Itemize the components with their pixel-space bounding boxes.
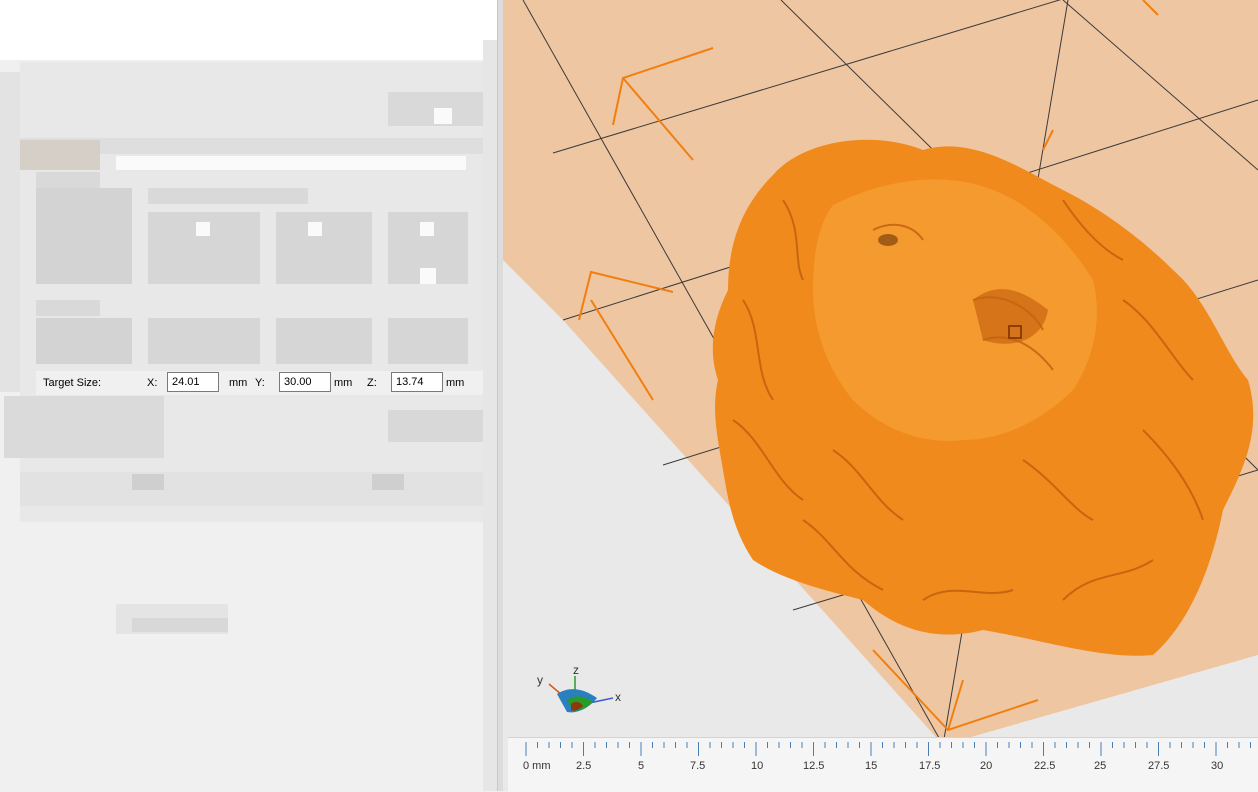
ruler-label: 5 bbox=[638, 760, 645, 772]
axis-y-label: y bbox=[537, 673, 543, 687]
target-size-y-label: Y: bbox=[255, 377, 265, 389]
left-panel: Target Size: X: 24.01 mm Y: 30.00 mm Z: … bbox=[0, 0, 548, 791]
target-size-z-unit: mm bbox=[446, 377, 465, 389]
ruler-label: 17.5 bbox=[919, 760, 941, 772]
ruler-label: 20 bbox=[980, 760, 993, 772]
axis-z-label: z bbox=[573, 663, 579, 677]
ruler-label: 25 bbox=[1094, 760, 1107, 772]
ruler-ticks bbox=[525, 742, 1251, 756]
axis-gizmo: y z x bbox=[537, 663, 621, 713]
target-size-label: Target Size: bbox=[43, 377, 102, 389]
ruler-label: 15 bbox=[865, 760, 878, 772]
ruler-label: 7.5 bbox=[690, 760, 706, 772]
target-size-z-input[interactable]: 13.74 bbox=[391, 372, 443, 392]
ruler-label: 2.5 bbox=[576, 760, 592, 772]
panel-scrollbar[interactable] bbox=[483, 40, 497, 791]
ruler-label: 30 bbox=[1211, 760, 1224, 772]
panel-header-area bbox=[0, 0, 497, 60]
target-size-x-input[interactable]: 24.01 bbox=[167, 372, 219, 392]
target-size-x-label: X: bbox=[147, 377, 158, 389]
axis-x-label: x bbox=[615, 690, 621, 704]
ruler-label: 0 mm bbox=[523, 760, 551, 772]
target-size-x-unit: mm bbox=[229, 377, 248, 389]
target-size-y-unit: mm bbox=[334, 377, 353, 389]
ruler-label: 12.5 bbox=[803, 760, 825, 772]
ruler-label: 10 bbox=[751, 760, 764, 772]
target-size-y-input[interactable]: 30.00 bbox=[279, 372, 331, 392]
ruler-label: 22.5 bbox=[1034, 760, 1056, 772]
ruler: 0 mm 2.5 5 7.5 10 12.5 15 17.5 20 22.5 2… bbox=[508, 737, 1258, 792]
target-size-z-label: Z: bbox=[367, 377, 377, 389]
3d-viewport[interactable]: y z x bbox=[503, 0, 1258, 791]
target-size-row: Target Size: X: 24.01 mm Y: 30.00 mm Z: … bbox=[36, 371, 496, 395]
ruler-label: 27.5 bbox=[1148, 760, 1170, 772]
viewport-scene: y z x bbox=[503, 0, 1258, 746]
